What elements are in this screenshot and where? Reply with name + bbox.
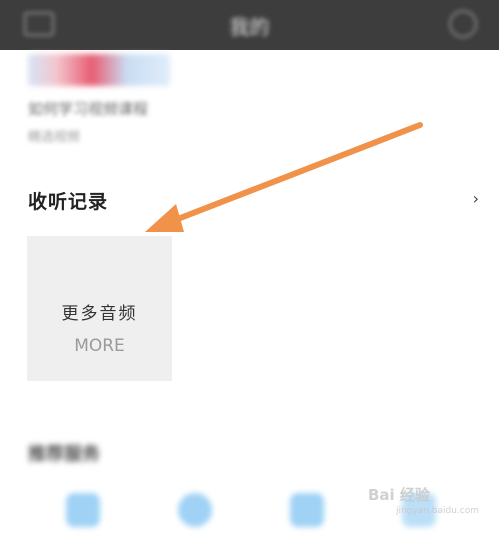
settings-icon[interactable] bbox=[449, 10, 477, 38]
top-app-bar: 我的 bbox=[0, 0, 499, 50]
watermark-url: jingyan.baidu.com bbox=[395, 506, 479, 516]
more-audio-sublabel: MORE bbox=[74, 336, 125, 356]
more-audio-card[interactable]: 更多音频 MORE bbox=[27, 236, 172, 381]
section-title-recommend: 推荐服务 bbox=[28, 444, 100, 465]
service-icon[interactable] bbox=[178, 493, 212, 527]
watermark: Bai 经验 jingyan.baidu.com bbox=[368, 484, 479, 516]
service-icon[interactable] bbox=[290, 493, 324, 527]
video-title[interactable]: 如何学习视频课程 bbox=[28, 98, 148, 119]
video-thumbnail[interactable] bbox=[28, 54, 170, 86]
more-audio-label: 更多音频 bbox=[61, 304, 138, 324]
section-title-history: 收听记录 bbox=[28, 191, 109, 213]
chevron-right-icon[interactable]: › bbox=[473, 189, 479, 208]
service-icon[interactable] bbox=[66, 493, 100, 527]
watermark-brand: Bai 经验 bbox=[367, 486, 430, 504]
page-title: 我的 bbox=[229, 15, 270, 39]
video-subtitle: 精选视频 bbox=[28, 130, 81, 145]
